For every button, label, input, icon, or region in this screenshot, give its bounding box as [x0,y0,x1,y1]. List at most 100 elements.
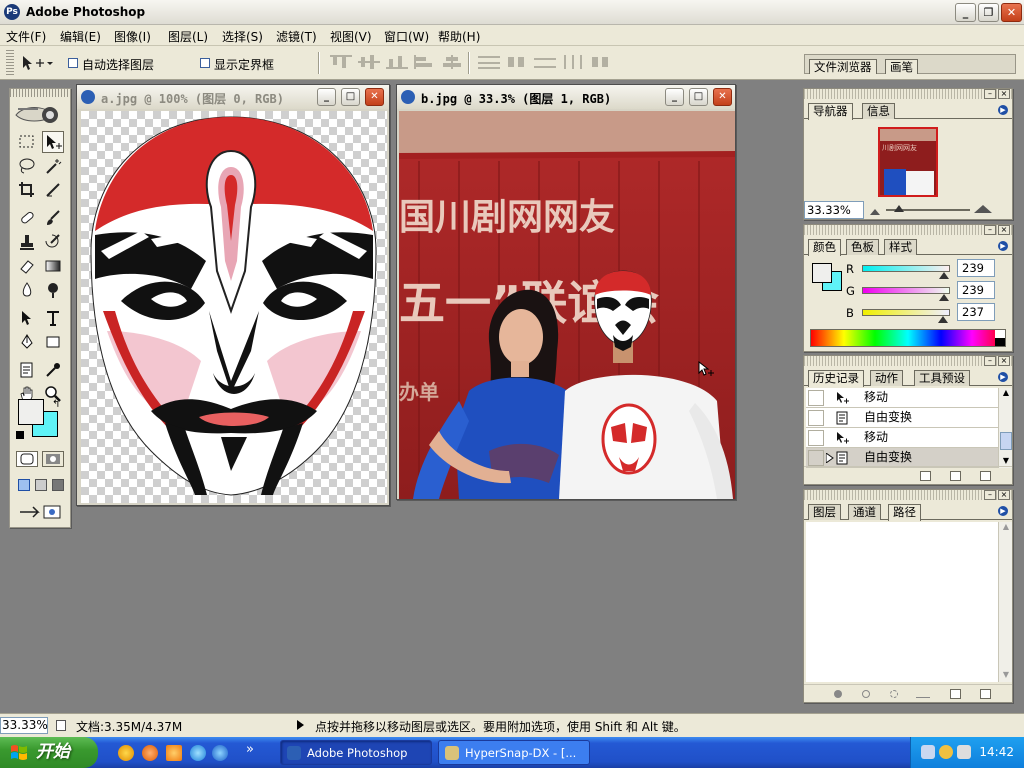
brush-tool-icon[interactable] [42,207,64,229]
palette-menu-icon[interactable]: ▶ [998,372,1008,382]
distribute-hcenter-icon[interactable] [590,55,614,69]
rectangle-tool-icon[interactable] [42,331,64,353]
navigator-thumbnail[interactable]: 川剧网网友 [878,127,938,197]
status-menu-arrow-icon[interactable] [297,720,304,730]
menu-layer[interactable]: 图层(L) [168,28,208,45]
document-b-close-button[interactable]: ✕ [713,88,732,106]
auto-select-layer-checkbox[interactable] [68,58,78,68]
tab-info[interactable]: 信息 [862,103,895,119]
palette-menu-icon[interactable]: ▶ [998,506,1008,516]
align-vcenter-icon[interactable] [358,55,382,69]
tab-file-browser[interactable]: 文件浏览器 [809,59,877,74]
quicklaunch-overflow-icon[interactable]: » [246,742,254,757]
path-selection-tool-icon[interactable] [16,307,38,329]
palette-close-button[interactable]: × [998,89,1010,99]
channel-g-value[interactable]: 239 [957,281,995,299]
screen-mode-standard-icon[interactable] [18,479,30,491]
document-info-icon[interactable] [56,720,66,731]
palette-titlebar[interactable]: – × [804,356,1012,366]
network-icon[interactable] [921,745,935,759]
toolbox-grip[interactable] [10,89,70,97]
document-a-maximize-button[interactable]: □ [341,88,360,106]
distribute-top-icon[interactable] [478,55,502,69]
taskbar-hypersnap[interactable]: HyperSnap-DX - [... [438,740,590,765]
channel-r-value[interactable]: 239 [957,259,995,277]
document-window-b[interactable]: b.jpg @ 33.3% (图层 1, RGB) _ □ ✕ 国川剧网网友 五… [396,84,736,500]
dodge-tool-icon[interactable] [42,279,64,301]
history-source-box[interactable] [808,450,824,466]
swap-colors-icon[interactable]: ↰ [52,399,60,410]
standard-mode-button[interactable] [16,451,38,467]
type-tool-icon[interactable] [42,307,64,329]
blur-tool-icon[interactable] [16,279,38,301]
document-b-titlebar[interactable]: b.jpg @ 33.3% (图层 1, RGB) _ □ ✕ [397,85,735,109]
menu-file[interactable]: 文件(F) [6,28,46,45]
tab-paths[interactable]: 路径 [888,504,921,521]
channel-b-slider[interactable] [862,309,950,316]
channel-g-thumb[interactable] [939,294,949,301]
palette-menu-icon[interactable]: ▶ [998,241,1008,251]
taskbar-photoshop[interactable]: Adobe Photoshop [280,740,432,765]
lasso-tool-icon[interactable] [16,155,38,177]
menu-select[interactable]: 选择(S) [222,28,263,45]
color-spectrum-bar[interactable] [810,329,1006,347]
trash-icon[interactable] [980,471,991,481]
align-hcenter-icon[interactable] [442,55,466,69]
document-window-a[interactable]: a.jpg @ 100% (图层 0, RGB) _ □ ✕ [76,84,390,506]
document-a-canvas[interactable] [81,111,387,503]
marquee-tool-icon[interactable] [16,131,38,153]
menu-view[interactable]: 视图(V) [330,28,372,45]
jump-to-imageready-button[interactable] [16,503,66,521]
history-item-selected[interactable]: 自由变换 [806,448,1000,468]
history-source-box[interactable] [808,390,824,406]
minimize-button[interactable]: _ [955,3,976,22]
history-brush-tool-icon[interactable] [42,231,64,253]
quick-mask-mode-button[interactable] [42,451,64,467]
menu-filter[interactable]: 滤镜(T) [276,28,317,45]
channel-b-thumb[interactable] [938,316,948,323]
notes-tool-icon[interactable] [16,359,38,381]
history-scrollbar[interactable]: ▲ ▼ [998,388,1012,468]
messenger-icon[interactable] [190,745,206,761]
palette-menu-icon[interactable]: ▶ [998,105,1008,115]
align-left-icon[interactable] [414,55,438,69]
distribute-bottom-icon[interactable] [534,55,558,69]
screen-mode-full-menu-icon[interactable] [35,479,47,491]
align-top-icon[interactable] [330,55,354,69]
zoom-in-icon[interactable] [974,203,992,213]
tab-swatches[interactable]: 色板 [846,239,879,255]
document-a-titlebar[interactable]: a.jpg @ 100% (图层 0, RGB) _ □ ✕ [77,85,389,109]
menu-help[interactable]: 帮助(H) [438,28,480,45]
tab-styles[interactable]: 样式 [884,239,917,255]
palette-close-button[interactable]: × [998,225,1010,235]
create-new-path-icon[interactable] [950,689,961,699]
tab-channels[interactable]: 通道 [848,504,881,520]
document-a-close-button[interactable]: ✕ [365,88,384,106]
healing-brush-tool-icon[interactable] [16,207,38,229]
tool-preset-picker[interactable] [20,54,54,72]
screen-mode-full-icon[interactable] [52,479,64,491]
history-item[interactable]: 自由变换 [806,408,1000,428]
align-bottom-icon[interactable] [386,55,410,69]
eraser-tool-icon[interactable] [16,255,38,277]
palette-minimize-button[interactable]: – [984,356,996,366]
firefox-icon[interactable] [142,745,158,761]
menu-image[interactable]: 图像(I) [114,28,151,45]
clone-stamp-tool-icon[interactable] [16,231,38,253]
vlc-icon[interactable] [166,745,182,761]
internet-explorer-icon[interactable] [212,745,228,761]
slice-tool-icon[interactable] [42,179,64,201]
pen-tool-icon[interactable] [16,331,38,353]
document-b-maximize-button[interactable]: □ [689,88,708,106]
tab-color[interactable]: 颜色 [808,239,841,256]
history-item[interactable]: 移动 [806,428,1000,448]
channel-b-value[interactable]: 237 [957,303,995,321]
channel-r-slider[interactable] [862,265,950,272]
move-tool-icon[interactable] [42,131,64,153]
menu-window[interactable]: 窗口(W) [384,28,429,45]
gradient-tool-icon[interactable] [42,255,64,277]
document-a-minimize-button[interactable]: _ [317,88,336,106]
zoom-slider-thumb[interactable] [894,205,904,212]
tab-brushes[interactable]: 画笔 [885,59,918,74]
palette-close-button[interactable]: × [998,356,1010,366]
